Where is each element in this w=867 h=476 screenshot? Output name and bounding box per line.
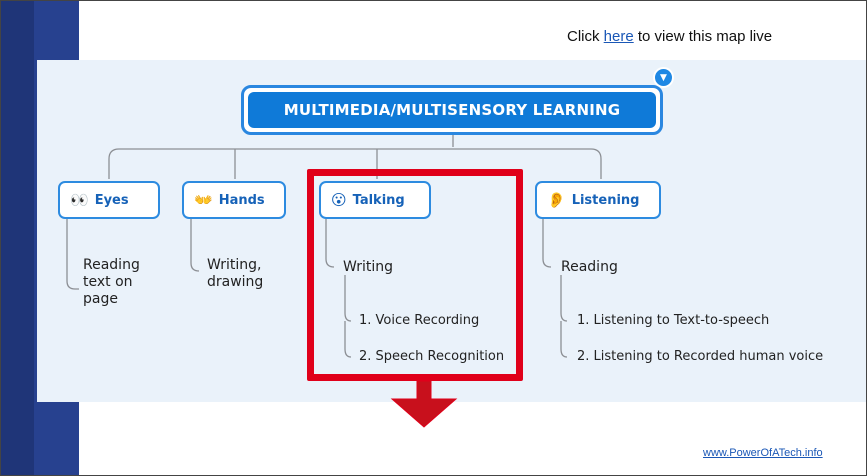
listening-sub1-line [560, 275, 568, 322]
node-eyes[interactable]: 👀 Eyes [58, 181, 160, 219]
collapse-toggle-icon[interactable]: ▼ [653, 67, 674, 88]
eyes-item-2: text on [83, 274, 133, 290]
node-eyes-label: Eyes [94, 192, 129, 208]
hands-icon: 👐 [194, 190, 213, 209]
listening-item-1: Reading [561, 259, 618, 275]
listening-sub2-line [560, 321, 568, 358]
listening-subitem-2: 2. Listening to Recorded human voice [577, 349, 824, 364]
hands-child-line [190, 219, 200, 272]
hands-item-1: Writing, [207, 257, 262, 273]
hands-item-2: drawing [207, 274, 264, 290]
node-listening[interactable]: 👂 Listening [535, 181, 661, 219]
root-node[interactable]: MULTIMEDIA/MULTISENSORY LEARNING [241, 85, 663, 135]
eyes-child-line [66, 219, 79, 290]
node-listening-label: Listening [571, 192, 640, 208]
eyes-item-1: Reading [83, 257, 140, 273]
eyes-item-3: page [83, 291, 118, 307]
node-hands-label: Hands [218, 192, 265, 208]
eyes-icon: 👀 [70, 190, 89, 209]
slide: Click here to view this map live MULTIME… [0, 0, 867, 476]
node-hands[interactable]: 👐 Hands [182, 181, 286, 219]
talking-highlight-box [307, 169, 523, 381]
listening-subitem-1: 1. Listening to Text-to-speech [577, 313, 770, 328]
listening-child-line [542, 219, 552, 268]
down-arrow [390, 380, 458, 428]
root-node-label: MULTIMEDIA/MULTISENSORY LEARNING [248, 92, 656, 128]
ear-icon: 👂 [547, 190, 566, 209]
website-link[interactable]: www.PowerOfATech.info [703, 447, 823, 459]
